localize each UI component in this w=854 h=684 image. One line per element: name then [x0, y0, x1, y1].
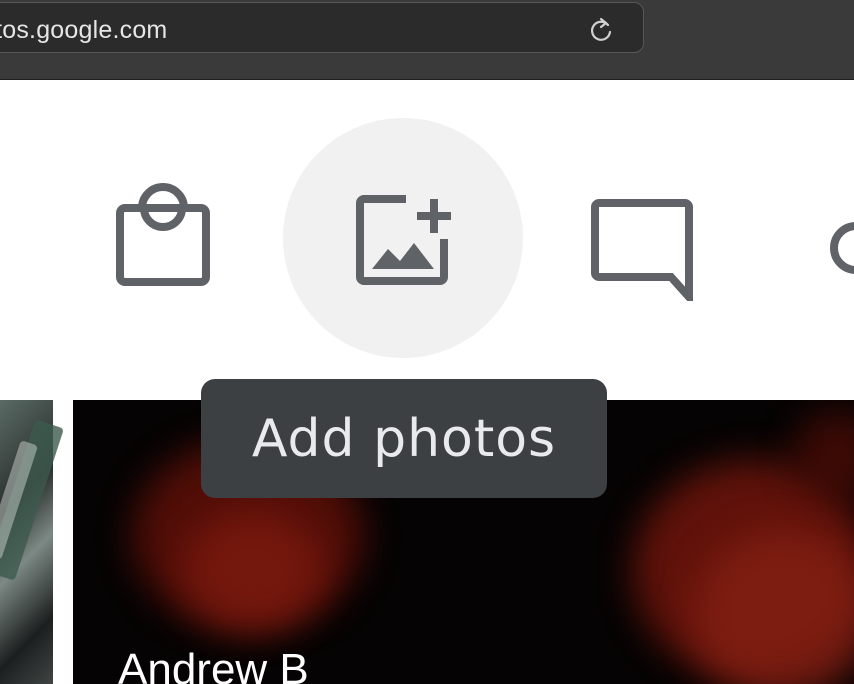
address-bar[interactable]: otos.google.com	[0, 2, 644, 53]
photo-detail	[183, 510, 323, 630]
tooltip-text: Add photos	[251, 408, 557, 469]
partial-circle-icon[interactable]	[830, 220, 854, 276]
browser-toolbar: otos.google.com	[0, 0, 854, 80]
reload-icon[interactable]	[587, 16, 615, 44]
comment-icon[interactable]	[591, 197, 695, 301]
add-photo-icon[interactable]	[356, 193, 452, 285]
url-text[interactable]: otos.google.com	[0, 16, 167, 45]
shopping-bag-icon[interactable]	[116, 178, 210, 286]
tooltip: Add photos	[201, 379, 607, 498]
photo-caption: Andrew B	[118, 645, 309, 684]
photo-thumbnail[interactable]	[0, 400, 64, 684]
